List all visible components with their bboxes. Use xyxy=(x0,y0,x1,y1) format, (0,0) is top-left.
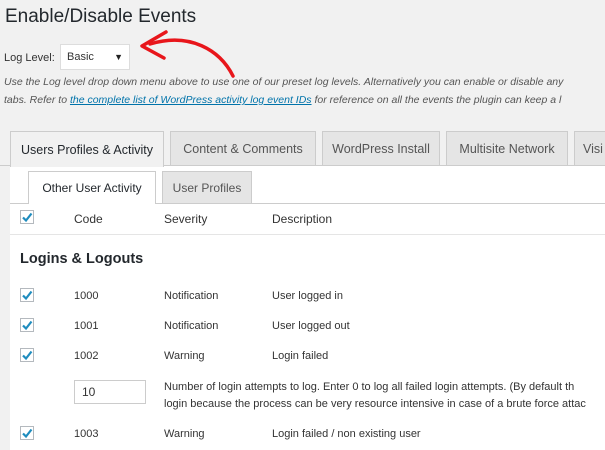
subtab-other-user-activity[interactable]: Other User Activity xyxy=(28,171,156,204)
description-line-1: Use the Log level drop down menu above t… xyxy=(4,76,564,88)
login-attempts-note-line-2: login because the process can be very re… xyxy=(164,398,586,410)
checkmark-icon xyxy=(22,350,33,361)
description-line-2: tabs. Refer to the complete list of Word… xyxy=(4,94,562,106)
header-code: Code xyxy=(74,212,103,226)
tab-multisite-network[interactable]: Multisite Network xyxy=(446,131,568,165)
subtab-user-profiles[interactable]: User Profiles xyxy=(162,171,252,203)
event-description: User logged out xyxy=(272,320,350,332)
event-description: Login failed xyxy=(272,350,329,362)
event-checkbox-1002[interactable] xyxy=(20,348,34,362)
log-level-selected: Basic xyxy=(67,51,94,63)
tab-content-comments[interactable]: Content & Comments xyxy=(170,131,316,165)
annotation-arrow-icon xyxy=(140,30,235,78)
section-title: Logins & Logouts xyxy=(20,251,144,267)
event-description: User logged in xyxy=(272,290,343,302)
checkmark-icon xyxy=(22,428,33,439)
login-attempts-input[interactable]: 10 xyxy=(74,380,146,404)
event-code: 1003 xyxy=(74,428,99,440)
event-severity: Warning xyxy=(164,428,205,440)
checkmark-icon xyxy=(22,290,33,301)
event-code: 1001 xyxy=(74,320,99,332)
tab-wordpress-install[interactable]: WordPress Install xyxy=(322,131,440,165)
tab-visitor[interactable]: Visi xyxy=(574,131,605,165)
event-description: Login failed / non existing user xyxy=(272,428,421,440)
checkmark-icon xyxy=(22,212,33,223)
event-checkbox-1001[interactable] xyxy=(20,318,34,332)
select-all-checkbox[interactable] xyxy=(20,210,34,224)
event-code: 1000 xyxy=(74,290,99,302)
header-description: Description xyxy=(272,212,333,226)
header-severity: Severity xyxy=(164,212,208,226)
checkmark-icon xyxy=(22,320,33,331)
event-code: 1002 xyxy=(74,350,99,362)
login-attempts-note-line-1: Number of login attempts to log. Enter 0… xyxy=(164,381,575,393)
tab-users-profiles-activity[interactable]: Users Profiles & Activity xyxy=(10,131,164,167)
event-severity: Notification xyxy=(164,290,219,302)
log-level-label: Log Level: xyxy=(4,52,55,64)
event-checkbox-1000[interactable] xyxy=(20,288,34,302)
header-divider xyxy=(10,234,605,235)
event-checkbox-1003[interactable] xyxy=(20,426,34,440)
event-ids-link[interactable]: the complete list of WordPress activity … xyxy=(70,94,312,106)
event-severity: Notification xyxy=(164,320,219,332)
event-severity: Warning xyxy=(164,350,205,362)
